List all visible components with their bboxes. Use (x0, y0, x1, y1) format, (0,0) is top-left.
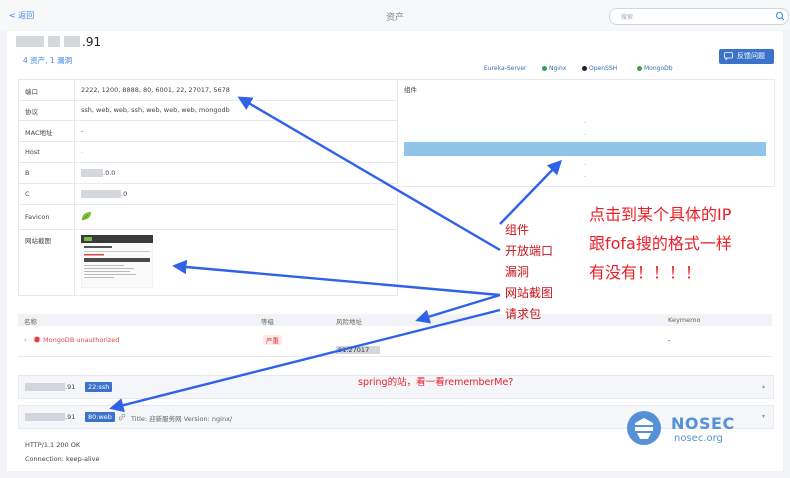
annotation-spring: spring的站，看一看rememberMe? (358, 377, 514, 388)
nosec-logo-icon (627, 411, 661, 445)
annotation-item: 开放端口 (505, 244, 554, 258)
logo-name: NOSEC (671, 414, 735, 433)
annotation-item: 组件 (505, 223, 530, 237)
logo-site: nosec.org (674, 433, 723, 444)
annotation-note-line: 点击到某个具体的IP (589, 205, 732, 224)
annotation-note-line: 有没有！！！！ (589, 263, 702, 282)
annotation-item: 网站截图 (505, 286, 554, 300)
annotation-note-line: 跟fofa搜的格式一样 (589, 234, 732, 253)
annotation-item: 漏洞 (505, 265, 530, 279)
annotation-item: 请求包 (505, 307, 542, 321)
annotation-note: 点击到某个具体的IP 跟fofa搜的格式一样 有没有！！！！ (589, 200, 732, 287)
annotation-list: 组件 开放端口 漏洞 网站截图 请求包 (505, 220, 553, 325)
